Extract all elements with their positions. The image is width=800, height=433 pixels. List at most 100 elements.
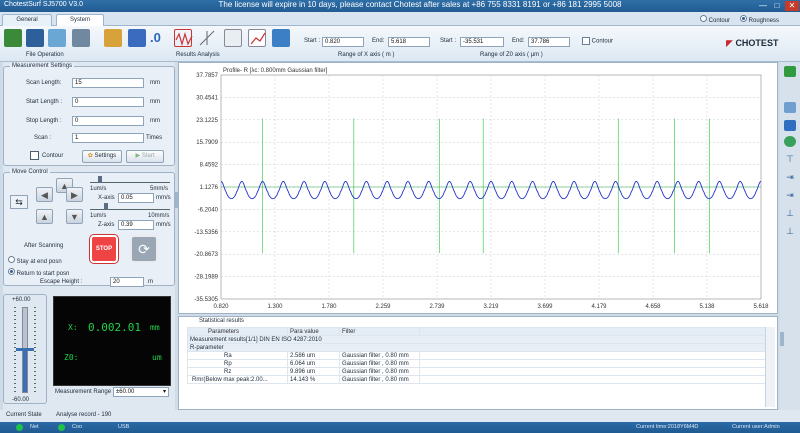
z-speed-slider-thumb[interactable] xyxy=(104,203,108,210)
y-tick-label: 30.4541 xyxy=(196,95,218,101)
right-collapse-handle[interactable] xyxy=(780,332,784,346)
level-icon[interactable]: ⇥ xyxy=(784,190,796,201)
align-right-icon[interactable]: ⇥ xyxy=(784,172,796,183)
stats-param: Ra xyxy=(187,351,288,360)
return-to-start-option[interactable]: Return to start posn xyxy=(8,268,69,277)
monitor-icon[interactable] xyxy=(784,120,796,131)
z-speed-slider[interactable] xyxy=(90,206,170,210)
maximize-button[interactable]: □ xyxy=(770,1,784,11)
stop-length-label: Stop Length : xyxy=(26,118,62,124)
gear-icon[interactable] xyxy=(128,29,146,47)
z-axis-speed-input[interactable]: 0.39 xyxy=(118,220,154,230)
align-top-icon[interactable]: ⊤ xyxy=(784,154,796,165)
print-icon[interactable] xyxy=(72,29,90,47)
stay-radio[interactable] xyxy=(8,256,15,263)
stats-group-label: R-parameter xyxy=(187,343,767,352)
x-speed-slider[interactable] xyxy=(90,179,170,183)
stats-scrollbar[interactable] xyxy=(765,327,775,407)
x-axis-speed-input[interactable]: 0.05 xyxy=(118,193,154,203)
crosshair-icon[interactable] xyxy=(198,29,216,47)
settings-doc-icon[interactable] xyxy=(272,29,290,47)
x-tick-label: 1.300 xyxy=(267,304,283,310)
scan-length-input[interactable]: 15 xyxy=(72,78,144,88)
move-left-button[interactable]: ◀ xyxy=(36,187,53,202)
roughness-mode-label: Roughness xyxy=(748,18,780,24)
open-file-icon[interactable] xyxy=(4,29,22,47)
contour-toggle[interactable]: Contour xyxy=(582,37,613,45)
escape-height-input[interactable]: 20 xyxy=(110,277,144,287)
title-bar: ChotestSurf SJ5700 V3.0 The license will… xyxy=(0,0,800,12)
close-button[interactable]: ✕ xyxy=(785,1,799,11)
return-label: Return to start posn xyxy=(16,271,70,277)
analyse-record: Analyse record - 190 xyxy=(56,412,112,418)
gauge-bottom-label: -60.00 xyxy=(12,397,30,403)
export-icon[interactable] xyxy=(48,29,66,47)
current-time: Current time:2018Y6M4D xyxy=(636,424,699,430)
start-button[interactable]: ▶ Start xyxy=(126,150,164,163)
position-readout: X: 0.002.01 mm Z0: um xyxy=(53,296,171,386)
contour-measure-checkbox[interactable] xyxy=(30,151,39,160)
contour-checkbox[interactable] xyxy=(582,37,590,45)
refresh-icon[interactable] xyxy=(784,136,796,147)
move-up-button[interactable]: ▲ xyxy=(36,209,53,224)
wave-icon[interactable] xyxy=(174,29,193,47)
return-radio[interactable] xyxy=(8,268,15,275)
stats-value: 14.143 % xyxy=(287,375,340,384)
minimize-button[interactable]: — xyxy=(756,1,770,11)
step-up-icon[interactable]: ⊥ xyxy=(784,208,796,219)
table-row[interactable]: Rz 9.896 um Gaussian filter , 0.80 mm xyxy=(187,367,767,376)
contour-radio[interactable] xyxy=(700,15,707,22)
stop-length-input[interactable]: 0 xyxy=(72,116,144,126)
move-control-title: Move Control xyxy=(10,169,50,175)
license-message: The license will expire in 10 days, plea… xyxy=(218,0,622,9)
save-icon[interactable] xyxy=(26,29,44,47)
contour-measure-label: Contour xyxy=(42,153,64,159)
y-tick-label: 1.1276 xyxy=(200,185,219,191)
z-start-input[interactable]: -35.531 xyxy=(460,37,504,47)
x-end-input[interactable]: 5.618 xyxy=(388,37,430,47)
trend-chart-icon[interactable] xyxy=(248,29,266,47)
tab-general[interactable]: General xyxy=(2,14,52,26)
reset-icon[interactable]: ⟳ xyxy=(130,235,158,263)
move-right-button[interactable]: ▶ xyxy=(66,187,83,202)
x-tick-label: 0.820 xyxy=(213,304,229,310)
exit-icon[interactable] xyxy=(784,66,796,77)
current-state-bar: Current State Analyse record - 190 xyxy=(0,410,800,422)
x-tick-label: 4.179 xyxy=(591,304,607,310)
stay-at-end-option[interactable]: Stay at end posn xyxy=(8,256,62,265)
analysis-chart-icon[interactable] xyxy=(104,29,122,47)
z-end-input[interactable]: 37.786 xyxy=(528,37,570,47)
step-down-icon[interactable]: ⊥ xyxy=(784,226,796,237)
x-speed-slider-thumb[interactable] xyxy=(98,176,102,183)
right-toolstrip: ⊤ ⇥ ⇥ ⊥ ⊥ xyxy=(780,62,800,410)
table-row[interactable]: Rmr(Below max peak:2.00... 14.143 % Gaus… xyxy=(187,375,767,384)
x-start-input[interactable]: 0.820 xyxy=(322,37,364,47)
stop-button[interactable]: STOP xyxy=(90,235,118,263)
gauge-level-marker xyxy=(16,348,34,352)
x-tick-label: 4.658 xyxy=(645,304,661,310)
stats-group-row[interactable]: R-parameter xyxy=(187,343,767,352)
decimal-icon[interactable]: .0 xyxy=(150,29,168,47)
start-length-input[interactable]: 0 xyxy=(72,97,144,107)
table-row[interactable]: Rp 6.064 um Gaussian filter , 0.80 mm xyxy=(187,359,767,368)
x-tick-label: 3.219 xyxy=(483,304,499,310)
gauge-level-fill xyxy=(23,348,27,392)
arrow-left-icon: ◀ xyxy=(41,190,48,200)
mode-roughness[interactable]: Roughness xyxy=(740,15,779,24)
move-down-button[interactable]: ▼ xyxy=(66,209,83,224)
mode-contour[interactable]: Contour xyxy=(700,15,730,24)
settings-button[interactable]: ✿ Settings xyxy=(82,150,122,163)
tab-system[interactable]: System xyxy=(56,14,104,26)
stats-measurement-row[interactable]: Measurement results[1/1] DIN EN ISO 4287… xyxy=(187,335,767,344)
scan-times-input[interactable]: 1 xyxy=(72,133,144,143)
z-end-label: End: xyxy=(512,38,525,44)
roughness-radio[interactable] xyxy=(740,15,747,22)
axis-switch-icon[interactable]: ⇆ xyxy=(10,195,28,209)
x-axis-label: X-axis xyxy=(98,195,115,201)
measurement-range-select[interactable]: ±60.00 ▾ xyxy=(113,387,169,397)
table-row[interactable]: Ra 2.586 um Gaussian filter , 0.80 mm xyxy=(187,351,767,360)
zoom-icon[interactable] xyxy=(784,102,796,113)
x-tick-label: 3.699 xyxy=(537,304,553,310)
report-icon[interactable] xyxy=(224,29,242,47)
measurement-range-value: ±60.00 xyxy=(116,389,135,395)
